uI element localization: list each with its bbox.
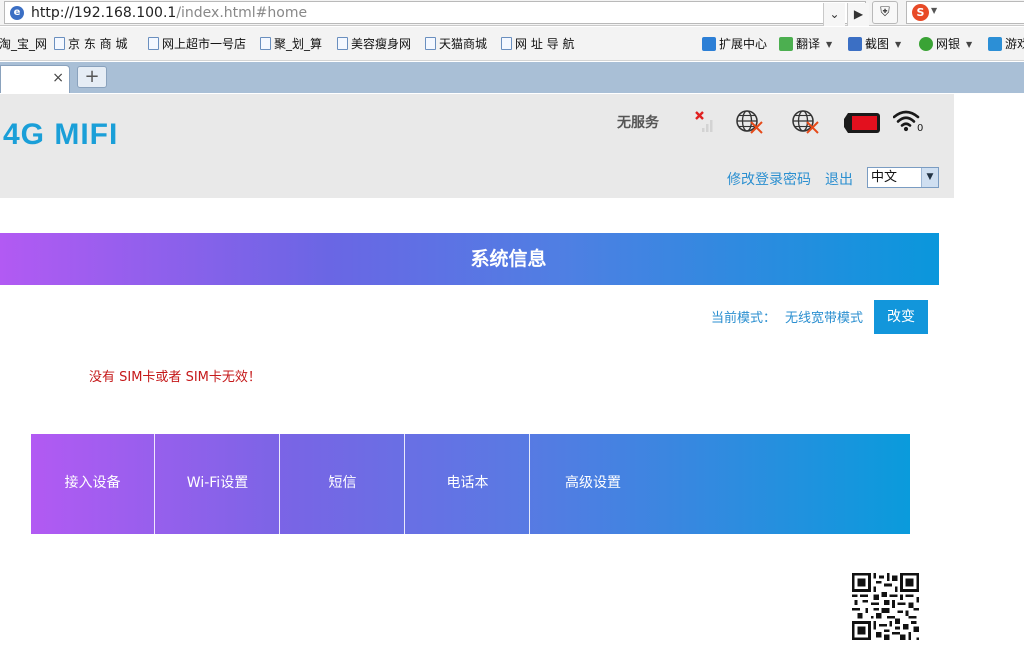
bookmark-item[interactable]: 美容瘦身网 (337, 37, 411, 51)
page-icon (425, 37, 436, 50)
bookmark-item[interactable]: 网 址 导 航 (501, 37, 574, 51)
screenshot-icon (848, 37, 862, 51)
logo: 4G MIFI (3, 118, 119, 151)
bookmarks-bar: 淘_宝_网 京 东 商 城 网上超市一号店 聚_划_算 美容瘦身网 天猫商城 网… (0, 27, 1024, 61)
translate-icon (779, 37, 793, 51)
chevron-down-icon: ▼ (895, 40, 902, 49)
browser-tab[interactable]: × (0, 65, 70, 93)
chevron-down-icon[interactable]: ▼ (931, 6, 937, 15)
go-button[interactable]: ▶ (847, 3, 869, 26)
bookmark-item[interactable]: 网上超市一号店 (148, 37, 246, 51)
wifi-icon: 0 (893, 110, 923, 133)
page-favicon-icon: e (10, 6, 24, 20)
search-engine-box[interactable]: S ▼ (906, 1, 1024, 24)
page-icon (501, 37, 512, 50)
chevron-down-icon: ▼ (826, 40, 833, 49)
nav-wifi-settings[interactable]: Wi-Fi设置 (156, 434, 280, 534)
battery-icon (844, 113, 880, 133)
security-shield-icon[interactable]: ⛨ (872, 1, 898, 24)
page-header: 4G MIFI 无服务 0 修改登录密码 退出 中文 ▼ (0, 94, 954, 198)
current-mode-value: 无线宽带模式 (785, 311, 864, 326)
bank-icon (919, 37, 933, 51)
nav-phonebook[interactable]: 电话本 (406, 434, 530, 534)
page-icon (260, 37, 271, 50)
translate-button[interactable]: 翻译 ▼ (779, 37, 832, 52)
sim-error-message: 没有 SIM卡或者 SIM卡无效！ (89, 370, 261, 385)
bookmark-item[interactable]: 天猫商城 (425, 37, 487, 51)
url-field[interactable]: e http://192.168.100.1/index.html#home ⌄… (4, 1, 869, 26)
close-icon[interactable]: × (52, 70, 64, 86)
page-icon (337, 37, 348, 50)
page-icon (54, 37, 65, 50)
internet-disconnected-icon (792, 110, 819, 134)
wifi-client-count: 0 (917, 123, 923, 133)
page-title: 系统信息 (470, 248, 547, 270)
service-status-text: 无服务 (617, 115, 659, 131)
change-password-link[interactable]: 修改登录密码 (727, 169, 811, 189)
new-tab-button[interactable]: + (77, 66, 107, 88)
no-signal-icon (695, 111, 713, 132)
current-mode-label: 当前模式： (711, 311, 777, 326)
page-icon (148, 37, 159, 50)
nav-sms[interactable]: 短信 (281, 434, 405, 534)
bank-button[interactable]: 网银 ▼ (919, 37, 972, 52)
logout-link[interactable]: 退出 (825, 169, 853, 189)
chevron-down-icon: ▼ (966, 40, 973, 49)
tab-bar: × + (0, 62, 1024, 93)
language-select[interactable]: 中文 ▼ (867, 167, 939, 188)
change-mode-button[interactable]: 改变 (874, 300, 928, 334)
chevron-down-icon[interactable]: ▼ (921, 168, 938, 187)
game-icon (988, 37, 1002, 51)
cube-icon (702, 37, 716, 51)
search-engine-logo-icon: S (912, 4, 929, 21)
url-dropdown-button[interactable]: ⌄ (823, 3, 845, 26)
language-select-value: 中文 (871, 170, 898, 185)
network-disconnected-icon (736, 110, 763, 134)
bookmark-item[interactable]: 淘_宝_网 (0, 37, 47, 51)
extension-center-button[interactable]: 扩展中心 (702, 37, 767, 51)
browser-address-bar: e http://192.168.100.1/index.html#home ⌄… (0, 0, 1024, 26)
game-button[interactable]: 游戏 (988, 37, 1024, 51)
nav-advanced-settings[interactable]: 高级设置 (531, 434, 655, 534)
main-nav: 接入设备 Wi-Fi设置 短信 电话本 高级设置 (31, 434, 910, 534)
screenshot-button[interactable]: 截图 ▼ (848, 37, 901, 52)
nav-connected-devices[interactable]: 接入设备 (31, 434, 155, 534)
bookmark-item[interactable]: 聚_划_算 (260, 37, 322, 51)
bookmark-item[interactable]: 京 东 商 城 (54, 37, 127, 51)
qr-code (852, 573, 919, 640)
url-text: http://192.168.100.1/index.html#home (31, 5, 308, 21)
